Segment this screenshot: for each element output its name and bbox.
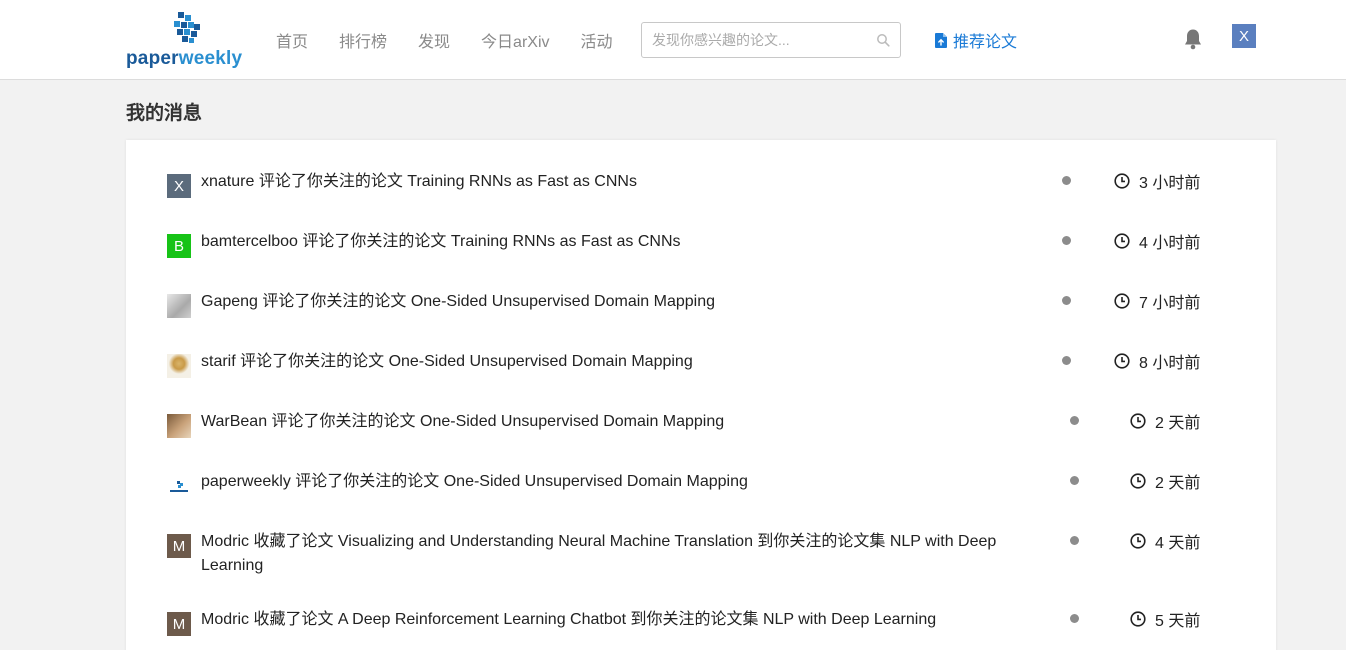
message-text[interactable]: bamtercelboo 评论了你关注的论文 Training RNNs as … <box>201 230 1011 254</box>
message-text[interactable]: WarBean 评论了你关注的论文 One-Sided Unsupervised… <box>201 410 1011 434</box>
user-avatar[interactable]: X <box>1232 24 1256 48</box>
message-time: 2 天前 <box>1130 469 1200 493</box>
avatar[interactable]: B <box>167 234 191 258</box>
unread-dot <box>1062 176 1071 185</box>
search-box <box>641 22 901 58</box>
avatar[interactable]: M <box>167 534 191 558</box>
clock-icon <box>1130 611 1146 627</box>
clock-icon <box>1130 533 1146 549</box>
nav-ranking[interactable]: 排行榜 <box>339 28 387 52</box>
unread-dot <box>1070 614 1079 623</box>
message-time-label: 3 小时前 <box>1139 175 1201 192</box>
message-text[interactable]: xnature 评论了你关注的论文 Training RNNs as Fast … <box>201 170 1011 194</box>
clock-icon <box>1130 413 1146 429</box>
message-time: 7 小时前 <box>1114 289 1200 313</box>
message-time-label: 8 小时前 <box>1139 355 1201 372</box>
unread-dot <box>1070 536 1079 545</box>
unread-dot <box>1062 236 1071 245</box>
message-text[interactable]: Modric 收藏了论文 A Deep Reinforcement Learni… <box>201 608 1011 632</box>
clock-icon <box>1114 233 1130 249</box>
search-input[interactable] <box>642 23 867 57</box>
message-text[interactable]: starif 评论了你关注的论文 One-Sided Unsupervised … <box>201 350 1011 374</box>
logo-text-weekly: weekly <box>178 48 243 69</box>
avatar[interactable]: X <box>167 174 191 198</box>
message-time: 4 小时前 <box>1114 229 1200 253</box>
unread-dot <box>1070 416 1079 425</box>
message-time: 8 小时前 <box>1114 349 1200 373</box>
avatar[interactable] <box>167 354 191 378</box>
nav-events[interactable]: 活动 <box>581 28 613 52</box>
message-time-label: 7 小时前 <box>1139 295 1201 312</box>
message-time: 2 天前 <box>1130 409 1200 433</box>
unread-dot <box>1062 356 1071 365</box>
recommend-paper-button[interactable]: 推荐论文 <box>935 29 1017 51</box>
clock-icon <box>1130 473 1146 489</box>
message-time-label: 4 小时前 <box>1139 235 1201 252</box>
avatar[interactable] <box>167 474 191 498</box>
avatar[interactable]: M <box>167 612 191 636</box>
message-text[interactable]: paperweekly 评论了你关注的论文 One-Sided Unsuperv… <box>201 470 1011 494</box>
recommend-paper-label: 推荐论文 <box>953 34 1018 51</box>
nav-discover[interactable]: 发现 <box>418 28 450 52</box>
message-list: X xnature 评论了你关注的论文 Training RNNs as Fas… <box>126 140 1276 650</box>
page-title: 我的消息 <box>126 103 203 124</box>
avatar[interactable] <box>167 294 191 318</box>
logo-text-paper: paper <box>126 48 179 69</box>
paperweekly-logo[interactable]: paperweekly <box>126 12 248 70</box>
message-text[interactable]: Gapeng 评论了你关注的论文 One-Sided Unsupervised … <box>201 290 1011 314</box>
unread-dot <box>1070 476 1079 485</box>
clock-icon <box>1114 293 1130 309</box>
nav-home[interactable]: 首页 <box>276 28 308 52</box>
nav-arxiv-today[interactable]: 今日arXiv <box>481 28 549 52</box>
message-time: 3 小时前 <box>1114 169 1200 193</box>
message-time-label: 2 天前 <box>1155 415 1201 432</box>
message-time-label: 2 天前 <box>1155 475 1201 492</box>
logo-mark-icon <box>174 12 200 43</box>
avatar[interactable] <box>167 414 191 438</box>
message-text[interactable]: Modric 收藏了论文 Visualizing and Understandi… <box>201 530 1011 578</box>
message-time: 4 天前 <box>1130 529 1200 553</box>
unread-dot <box>1062 296 1071 305</box>
clock-icon <box>1114 353 1130 369</box>
notification-bell-icon[interactable] <box>1183 28 1203 50</box>
main-nav: 首页 排行榜 发现 今日arXiv 活动 <box>276 0 644 80</box>
search-icon[interactable] <box>876 33 890 47</box>
clock-icon <box>1114 173 1130 189</box>
message-time-label: 5 天前 <box>1155 613 1201 630</box>
message-time: 5 天前 <box>1130 607 1200 631</box>
file-upload-icon <box>935 32 947 48</box>
message-time-label: 4 天前 <box>1155 535 1201 552</box>
logo-text: paperweekly <box>126 48 242 70</box>
top-header: paperweekly 首页 排行榜 发现 今日arXiv 活动 推荐论文 X <box>0 0 1346 80</box>
paperweekly-avatar-icon <box>170 481 188 492</box>
